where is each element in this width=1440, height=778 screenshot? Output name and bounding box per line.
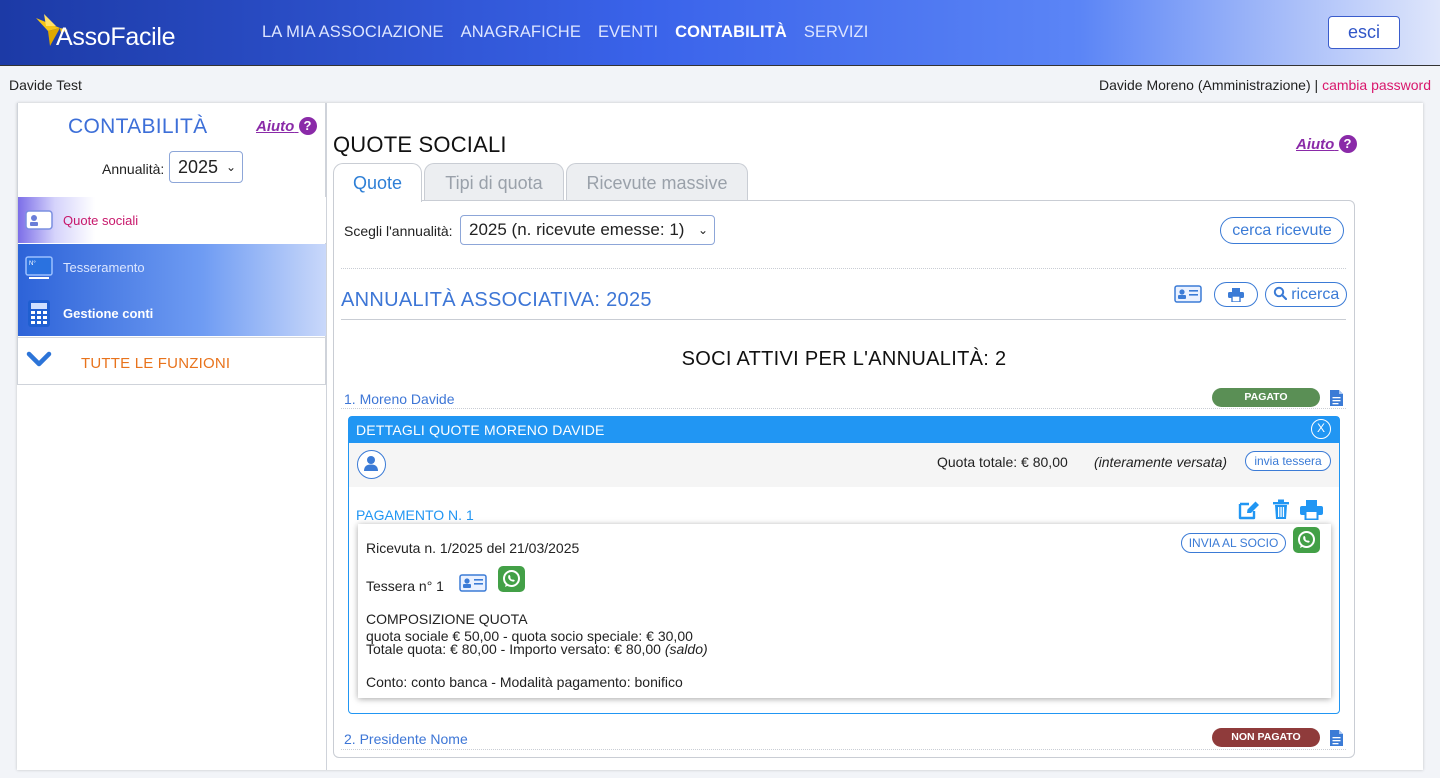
- annual-year-select-value: 2025 (n. ricevute emesse: 1): [469, 220, 685, 239]
- help-question-icon: ?: [1338, 135, 1357, 153]
- chevron-down-icon: ⌄: [697, 223, 708, 237]
- id-card-icon[interactable]: [1174, 284, 1202, 304]
- details-summary: Quota totale: € 80,00 (interamente versa…: [349, 443, 1339, 487]
- avatar[interactable]: [357, 450, 386, 479]
- sidebar: CONTABILITÀ Aiuto ? Annualità: 2025 ⌄ Qu…: [17, 103, 326, 385]
- page-help-link[interactable]: Aiuto ?: [1296, 135, 1357, 153]
- logo-text: AssoFacile: [56, 23, 176, 51]
- receipt-line: Ricevuta n. 1/2025 del 21/03/2025: [366, 540, 580, 556]
- nav-eventi[interactable]: EVENTI: [598, 23, 658, 42]
- nav-servizi[interactable]: SERVIZI: [804, 23, 869, 42]
- account-line: Conto: conto banca - Modalità pagamento:…: [366, 674, 683, 690]
- year-label: Annualità:: [102, 161, 165, 177]
- year-select-label: Scegli l'annualità:: [344, 223, 453, 239]
- sidebar-help-link[interactable]: Aiuto ?: [256, 117, 317, 135]
- page-title: QUOTE SOCIALI: [333, 132, 507, 157]
- annual-title: ANNUALITÀ ASSOCIATIVA: 2025: [341, 289, 652, 311]
- member-card-icon: [25, 210, 53, 230]
- receipt-card: Ricevuta n. 1/2025 del 21/03/2025 INVIA …: [358, 524, 1331, 698]
- close-button[interactable]: X: [1311, 419, 1331, 439]
- calculator-icon: [28, 300, 50, 327]
- tab-tipi-di-quota[interactable]: Tipi di quota: [424, 163, 564, 201]
- help-label: Aiuto: [256, 118, 295, 135]
- sidebar-item-label: Gestione conti: [63, 306, 154, 321]
- composition-title: COMPOSIZIONE QUOTA: [366, 611, 528, 627]
- card-line: Tessera n° 1: [366, 578, 444, 594]
- printer-icon: [1228, 288, 1244, 303]
- divider: [341, 268, 1346, 269]
- divider: [341, 408, 1346, 409]
- composition-line-2: Totale quota: € 80,00 - Importo versato:…: [366, 641, 708, 657]
- id-card-icon[interactable]: [459, 574, 487, 592]
- search-receipts-button[interactable]: cerca ricevute: [1220, 217, 1344, 244]
- status-badge-paid: PAGATO: [1212, 388, 1320, 407]
- current-user: Davide Moreno (Amministrazione): [1099, 77, 1311, 93]
- divider: [341, 319, 1346, 320]
- tab-quote[interactable]: Quote: [333, 163, 422, 202]
- printer-icon[interactable]: [1300, 500, 1323, 520]
- help-label: Aiuto: [1296, 136, 1335, 153]
- details-header: DETTAGLI QUOTE MORENO DAVIDE X: [349, 417, 1339, 443]
- help-question-icon: ?: [298, 117, 317, 135]
- active-members-title: SOCI ATTIVI PER L'ANNUALITÀ: 2: [681, 348, 1007, 370]
- separator: |: [1314, 77, 1319, 93]
- main-nav: LA MIA ASSOCIAZIONE ANAGRAFICHE EVENTI C…: [262, 23, 868, 42]
- chevron-down-icon: ⌄: [225, 160, 236, 174]
- chevron-down-icon: [26, 351, 52, 367]
- search-icon: [1273, 286, 1287, 301]
- total-quota: Quota totale: € 80,00: [937, 454, 1068, 470]
- trash-icon[interactable]: [1272, 499, 1290, 520]
- sidebar-year-value: 2025: [178, 157, 219, 177]
- sidebar-item-quote-sociali[interactable]: Quote sociali: [18, 197, 326, 243]
- membership-card-icon: N°: [25, 256, 53, 279]
- edit-icon[interactable]: [1238, 500, 1260, 520]
- sidebar-item-label: Tesseramento: [63, 260, 145, 275]
- whatsapp-icon: [503, 570, 520, 587]
- all-functions-label: TUTTE LE FUNZIONI: [81, 355, 231, 372]
- sidebar-item-tesseramento[interactable]: N° Tesseramento: [18, 244, 326, 290]
- sidebar-item-label: Quote sociali: [63, 213, 139, 228]
- whatsapp-button[interactable]: [1293, 527, 1320, 553]
- print-button[interactable]: [1214, 282, 1258, 307]
- user-info: Davide Moreno (Amministrazione) | cambia…: [1099, 77, 1431, 93]
- annual-year-select[interactable]: 2025 (n. ricevute emesse: 1) ⌄: [460, 215, 715, 245]
- status-badge-unpaid: NON PAGATO: [1212, 728, 1320, 747]
- logo[interactable]: AssoFacile: [34, 12, 184, 52]
- search-button[interactable]: ricerca: [1265, 282, 1347, 307]
- top-navbar: AssoFacile LA MIA ASSOCIAZIONE ANAGRAFIC…: [0, 0, 1440, 66]
- logout-button[interactable]: esci: [1328, 16, 1400, 49]
- details-title: DETTAGLI QUOTE MORENO DAVIDE: [356, 422, 605, 438]
- member-name[interactable]: 2. Presidente Nome: [344, 731, 468, 747]
- whatsapp-icon: [1298, 531, 1315, 548]
- nav-la-mia-associazione[interactable]: LA MIA ASSOCIAZIONE: [262, 23, 444, 42]
- all-functions-toggle[interactable]: TUTTE LE FUNZIONI: [18, 337, 326, 385]
- divider: [341, 749, 1346, 750]
- association-name: Davide Test: [9, 77, 82, 93]
- search-label: ricerca: [1291, 286, 1340, 303]
- user-icon: [364, 456, 378, 471]
- nav-contabilita[interactable]: CONTABILITÀ: [675, 23, 787, 42]
- svg-text:N°: N°: [29, 261, 36, 267]
- composition-line-2-note: (saldo): [664, 641, 708, 657]
- tab-ricevute-massive[interactable]: Ricevute massive: [566, 163, 748, 201]
- send-card-button[interactable]: invia tessera: [1245, 451, 1331, 471]
- total-quota-note: (interamente versata): [1094, 454, 1228, 470]
- sidebar-item-gestione-conti[interactable]: Gestione conti: [18, 290, 326, 336]
- nav-anagrafiche[interactable]: ANAGRAFICHE: [461, 23, 581, 42]
- composition-line-2-text: Totale quota: € 80,00 - Importo versato:…: [366, 641, 661, 657]
- payment-title: PAGAMENTO N. 1: [356, 507, 474, 523]
- send-to-member-button[interactable]: INVIA AL SOCIO: [1181, 533, 1286, 553]
- whatsapp-button[interactable]: [498, 566, 525, 592]
- document-icon[interactable]: [1329, 729, 1344, 747]
- change-password-link[interactable]: cambia password: [1322, 77, 1431, 93]
- member-name[interactable]: 1. Moreno Davide: [344, 391, 455, 407]
- sidebar-title: CONTABILITÀ: [68, 115, 208, 138]
- sidebar-year-select[interactable]: 2025 ⌄: [169, 151, 243, 183]
- document-icon[interactable]: [1329, 389, 1344, 407]
